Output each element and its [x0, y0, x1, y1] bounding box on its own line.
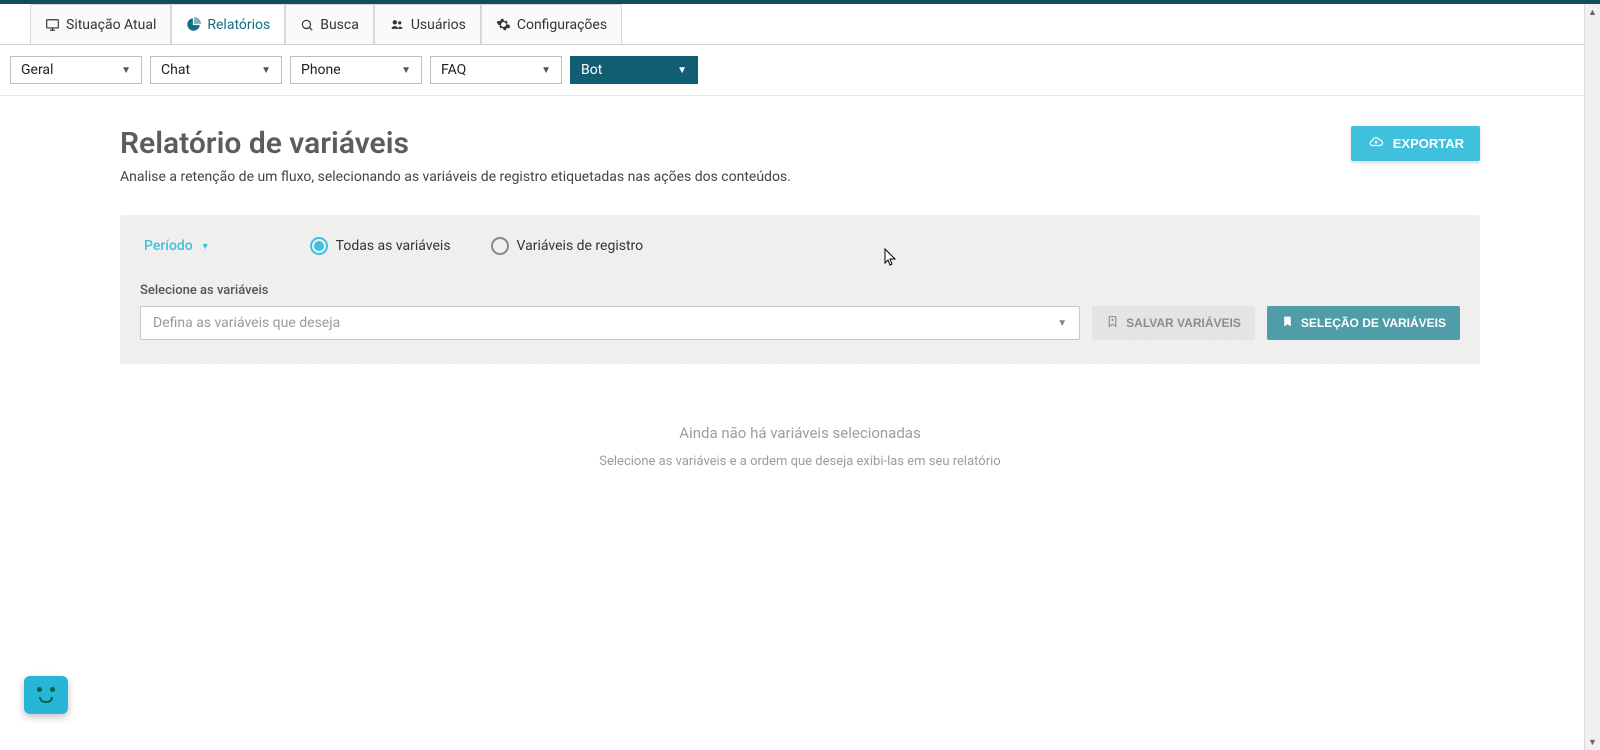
bookmark-icon	[1281, 315, 1294, 331]
filter-chat[interactable]: Chat ▼	[150, 56, 282, 84]
scroll-up-icon[interactable]: ▲	[1585, 4, 1600, 20]
caret-down-icon: ▼	[401, 65, 411, 76]
page-title: Relatório de variáveis	[120, 126, 791, 161]
filter-label: Bot	[581, 62, 602, 78]
tab-label: Configurações	[517, 17, 607, 33]
radio-variaveis-registro[interactable]: Variáveis de registro	[491, 237, 644, 255]
select-placeholder: Defina as variáveis que deseja	[153, 315, 340, 331]
caret-down-icon: ▼	[261, 65, 271, 76]
filter-bot[interactable]: Bot ▼	[570, 56, 698, 84]
radio-label: Todas as variáveis	[336, 238, 451, 254]
users-icon	[389, 18, 405, 31]
filter-faq[interactable]: FAQ ▼	[430, 56, 562, 84]
bot-face-icon	[34, 687, 58, 703]
tab-relatorios[interactable]: Relatórios	[171, 4, 285, 44]
periodo-label: Período	[144, 238, 193, 254]
empty-state: Ainda não há variáveis selecionadas Sele…	[120, 424, 1480, 469]
variables-select-input[interactable]: Defina as variáveis que deseja ▼	[140, 306, 1080, 340]
empty-state-title: Ainda não há variáveis selecionadas	[120, 424, 1480, 442]
filter-row: Geral ▼ Chat ▼ Phone ▼ FAQ ▼ Bot ▼	[0, 45, 1600, 96]
button-label: SELEÇÃO DE VARIÁVEIS	[1301, 316, 1446, 330]
select-variables-label: Selecione as variáveis	[140, 283, 1460, 298]
search-icon	[300, 18, 314, 32]
caret-down-icon: ▼	[121, 65, 131, 76]
tab-configuracoes[interactable]: Configurações	[481, 4, 622, 44]
bookmark-add-icon	[1106, 315, 1119, 331]
tab-label: Relatórios	[207, 17, 270, 33]
gear-icon	[496, 17, 511, 32]
caret-down-icon: ▼	[541, 65, 551, 76]
periodo-dropdown[interactable]: Período ▼	[144, 238, 210, 254]
caret-down-icon: ▼	[201, 241, 210, 252]
select-row: Defina as variáveis que deseja ▼ SALVAR …	[140, 306, 1460, 340]
radio-todas-variaveis[interactable]: Todas as variáveis	[310, 237, 451, 255]
filter-label: Phone	[301, 62, 341, 78]
tab-busca[interactable]: Busca	[285, 4, 374, 44]
main-content: Relatório de variáveis Analise a retençã…	[0, 96, 1600, 469]
radio-icon	[491, 237, 509, 255]
variable-selection-button[interactable]: SELEÇÃO DE VARIÁVEIS	[1267, 306, 1460, 340]
cloud-download-icon	[1367, 135, 1385, 152]
filter-panel: Período ▼ Todas as variáveis Variáveis d…	[120, 215, 1480, 364]
empty-state-subtitle: Selecione as variáveis e a ordem que des…	[120, 454, 1480, 469]
page-header: Relatório de variáveis Analise a retençã…	[120, 126, 1480, 215]
vertical-scrollbar[interactable]: ▲ ▼	[1584, 4, 1600, 750]
piechart-icon	[186, 17, 201, 32]
radio-group: Todas as variáveis Variáveis de registro	[310, 237, 643, 255]
scroll-down-icon[interactable]: ▼	[1585, 734, 1600, 750]
radio-icon	[310, 237, 328, 255]
export-button[interactable]: EXPORTAR	[1351, 126, 1480, 161]
filter-top-row: Período ▼ Todas as variáveis Variáveis d…	[140, 237, 1460, 255]
tab-situacao-atual[interactable]: Situação Atual	[30, 4, 171, 44]
scroll-track[interactable]	[1585, 20, 1600, 734]
radio-label: Variáveis de registro	[517, 238, 644, 254]
button-label: SALVAR VARIÁVEIS	[1126, 316, 1241, 330]
tab-label: Usuários	[411, 17, 466, 33]
filter-label: FAQ	[441, 62, 466, 78]
tab-usuarios[interactable]: Usuários	[374, 4, 481, 44]
chat-widget-button[interactable]	[24, 676, 68, 714]
tab-label: Busca	[320, 17, 359, 33]
page-subtitle: Analise a retenção de um fluxo, selecion…	[120, 169, 791, 185]
caret-down-icon: ▼	[677, 65, 687, 76]
filter-geral[interactable]: Geral ▼	[10, 56, 142, 84]
caret-down-icon: ▼	[1057, 318, 1067, 329]
filter-label: Chat	[161, 62, 190, 78]
filter-label: Geral	[21, 62, 53, 78]
filter-phone[interactable]: Phone ▼	[290, 56, 422, 84]
tab-label: Situação Atual	[66, 17, 156, 33]
monitor-icon	[45, 18, 60, 32]
nav-tabs: Situação Atual Relatórios Busca Usuários…	[0, 4, 1600, 45]
save-variables-button[interactable]: SALVAR VARIÁVEIS	[1092, 306, 1255, 340]
export-label: EXPORTAR	[1393, 136, 1464, 151]
